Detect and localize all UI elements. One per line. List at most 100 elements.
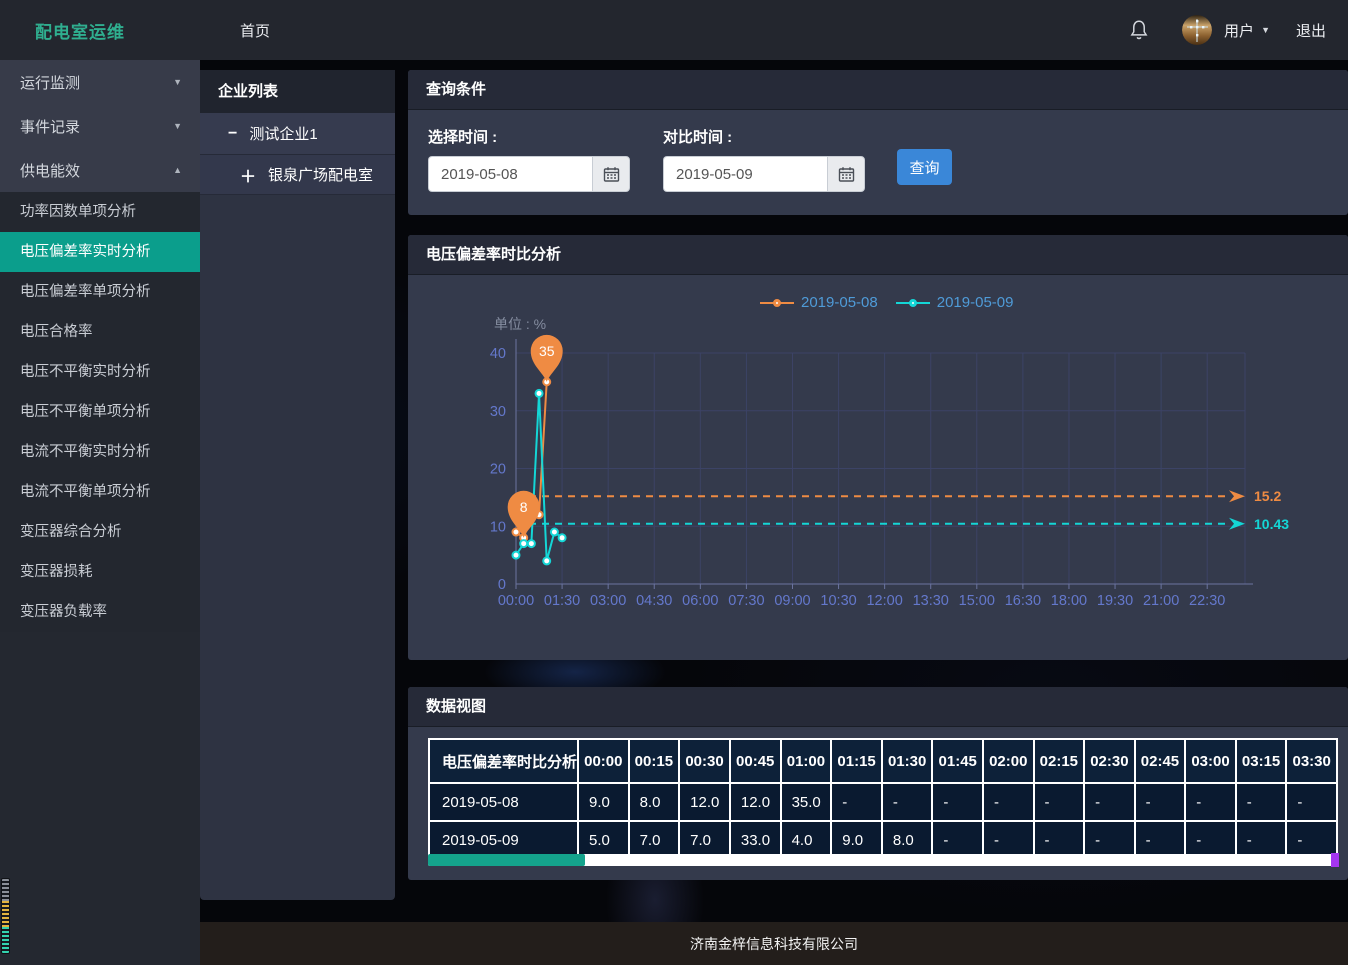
table-cell: 8.0 (629, 783, 680, 821)
sidebar-submenu-item-9[interactable]: 变压器损耗 (0, 552, 200, 592)
user-menu[interactable]: 用户 ▼ (1224, 20, 1270, 41)
svg-text:8: 8 (520, 499, 528, 515)
table-cell: 35.0 (781, 783, 832, 821)
voltage-deviation-line-chart: 00:0001:3003:0004:3006:0007:3009:0010:30… (408, 277, 1348, 660)
table-time-header: 02:45 (1135, 739, 1186, 783)
table-cell: - (1286, 783, 1337, 821)
table-time-header: 03:00 (1185, 739, 1236, 783)
select-time-input[interactable] (428, 156, 592, 192)
expand-icon[interactable]: ＋ (240, 163, 256, 187)
sidebar: 运行监测▼ 事件记录 ▼ 供电能效▲ 功率因数单项分析电压偏差率实时分析电压偏差率单项… (0, 60, 200, 965)
legend-label: 2019-05-08 (801, 294, 878, 311)
table-time-header: 00:00 (578, 739, 629, 783)
table-time-header: 00:15 (629, 739, 680, 783)
notification-bell-icon[interactable] (1128, 18, 1150, 42)
sidebar-group-1[interactable]: 事件记录 ▼ (0, 104, 200, 148)
sidebar-group-0[interactable]: 运行监测▼ (0, 60, 200, 104)
legend-item-1[interactable]: 2019-05-09 (896, 294, 1014, 311)
sidebar-groups: 运行监测▼ 事件记录 ▼ 供电能效▲ (0, 60, 200, 192)
search-button[interactable]: 查询 (897, 149, 952, 185)
select-time-calendar-button[interactable] (592, 156, 630, 192)
svg-text:01:30: 01:30 (544, 593, 580, 609)
svg-text:40: 40 (490, 346, 506, 362)
table-time-header: 01:30 (882, 739, 933, 783)
compare-time-calendar-button[interactable] (827, 156, 865, 192)
table-cell: - (882, 783, 933, 821)
app-window: 配电室运维 首页 (0, 0, 1348, 965)
collapse-icon[interactable]: − (228, 125, 237, 143)
legend-dot (909, 299, 917, 307)
select-time-block: 选择时间 : (428, 126, 630, 192)
svg-text:09:00: 09:00 (774, 593, 810, 609)
svg-text:20: 20 (490, 462, 506, 478)
mini-scrollbar-yellow-segment (2, 901, 9, 927)
svg-text:16:30: 16:30 (1005, 593, 1041, 609)
query-panel: 查询条件 选择时间 : 对比时间 : (408, 70, 1348, 215)
table-cell: 12.0 (730, 783, 781, 821)
table-corner-header: 电压偏差率时比分析 (429, 739, 578, 783)
sidebar-submenu-item-3[interactable]: 电压合格率 (0, 312, 200, 352)
mini-scrollbar-teal-segment (2, 927, 9, 954)
legend-marker-icon (760, 296, 794, 310)
table-time-header: 02:15 (1034, 739, 1085, 783)
enterprise-panel: 企业列表 −测试企业1＋银泉广场配电室 (200, 70, 395, 900)
sidebar-submenu-item-7[interactable]: 电流不平衡单项分析 (0, 472, 200, 512)
legend-label: 2019-05-09 (937, 294, 1014, 311)
enterprise-panel-title: 企业列表 (200, 70, 395, 113)
chevron-down-icon: ▼ (173, 121, 182, 131)
svg-text:10:30: 10:30 (820, 593, 856, 609)
calendar-icon (603, 166, 620, 183)
enterprise-tree-item-1[interactable]: ＋银泉广场配电室 (200, 155, 395, 195)
sidebar-submenu-item-2[interactable]: 电压偏差率单项分析 (0, 272, 200, 312)
mini-scrollbar-widget (1, 878, 10, 954)
logout-button[interactable]: 退出 (1296, 20, 1326, 41)
chart-area: 00:0001:3003:0004:3006:0007:3009:0010:30… (408, 277, 1348, 660)
table-cell: - (831, 783, 882, 821)
table-time-header: 02:30 (1084, 739, 1135, 783)
nav-right-cluster: 用户 ▼ 退出 (1128, 0, 1326, 60)
sidebar-submenu-item-4[interactable]: 电压不平衡实时分析 (0, 352, 200, 392)
sidebar-submenu-item-6[interactable]: 电流不平衡实时分析 (0, 432, 200, 472)
compare-time-label: 对比时间 : (663, 126, 865, 147)
data-view-panel: 数据视图 电压偏差率时比分析00:0000:1500:3000:4501:000… (408, 687, 1348, 880)
enterprise-tree-item-0[interactable]: −测试企业1 (200, 113, 395, 155)
legend-item-0[interactable]: 2019-05-08 (760, 294, 878, 311)
mini-scrollbar-gray-segment (2, 879, 9, 901)
sidebar-submenu-item-active[interactable]: 电压偏差率实时分析 (0, 232, 200, 272)
svg-text:15:00: 15:00 (959, 593, 995, 609)
sidebar-group-label: 运行监测 (20, 72, 80, 93)
horizontal-scrollbar-thumb[interactable] (428, 854, 585, 866)
data-table-viewport: 电压偏差率时比分析00:0000:1500:3000:4501:0001:150… (428, 738, 1338, 870)
sidebar-submenu-item-0[interactable]: 功率因数单项分析 (0, 192, 200, 232)
svg-text:04:30: 04:30 (636, 593, 672, 609)
compare-time-block: 对比时间 : (663, 126, 865, 192)
sidebar-group-label: 事件记录 (20, 116, 80, 137)
legend-marker-icon (896, 296, 930, 310)
svg-text:06:00: 06:00 (682, 593, 718, 609)
user-avatar[interactable] (1182, 15, 1212, 45)
svg-text:10.43: 10.43 (1254, 516, 1289, 532)
scrollbar-corner-handle[interactable] (1331, 853, 1339, 867)
legend-dot (773, 299, 781, 307)
horizontal-scrollbar-track (428, 854, 1338, 866)
table-time-header: 00:45 (730, 739, 781, 783)
top-nav: 配电室运维 首页 (0, 0, 1348, 60)
data-table: 电压偏差率时比分析00:0000:1500:3000:4501:0001:150… (428, 738, 1338, 860)
svg-text:03:00: 03:00 (590, 593, 626, 609)
sidebar-submenu-item-5[interactable]: 电压不平衡单项分析 (0, 392, 200, 432)
svg-text:35: 35 (539, 343, 555, 359)
svg-text:19:30: 19:30 (1097, 593, 1133, 609)
compare-time-input[interactable] (663, 156, 827, 192)
table-time-header: 02:00 (983, 739, 1034, 783)
nav-home-link[interactable]: 首页 (240, 20, 270, 41)
table-time-header: 03:15 (1236, 739, 1287, 783)
sidebar-group-2[interactable]: 供电能效▲ (0, 148, 200, 192)
data-view-title: 数据视图 (408, 687, 1348, 727)
company-name: 济南金梓信息科技有限公司 (690, 934, 858, 954)
sidebar-submenu-item-10[interactable]: 变压器负载率 (0, 592, 200, 632)
enterprise-tree: −测试企业1＋银泉广场配电室 (200, 113, 395, 195)
svg-text:13:30: 13:30 (913, 593, 949, 609)
sidebar-submenu-item-8[interactable]: 变压器综合分析 (0, 512, 200, 552)
table-cell: 12.0 (679, 783, 730, 821)
svg-text:10: 10 (490, 519, 506, 535)
